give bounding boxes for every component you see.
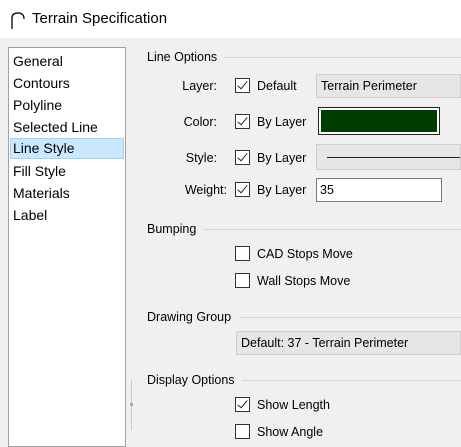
cad-stops-move-checkbox[interactable] xyxy=(235,246,250,261)
line-style-selector xyxy=(316,144,461,170)
nav-item-general[interactable]: General xyxy=(10,51,124,72)
display-options-divider xyxy=(242,380,461,381)
color-label: Color: xyxy=(183,115,217,129)
weight-input[interactable]: 35 xyxy=(316,178,442,202)
nav-item-selected-line[interactable]: Selected Line xyxy=(10,117,124,138)
show-length-label: Show Length xyxy=(257,398,330,412)
nav-item-label[interactable]: Label xyxy=(10,205,124,226)
nav-item-materials[interactable]: Materials xyxy=(10,183,124,204)
title-bar: Terrain Specification xyxy=(0,0,461,38)
style-label: Style: xyxy=(185,151,217,165)
line-style-preview xyxy=(327,157,460,158)
splitter-grip-dot xyxy=(130,403,133,406)
display-options-heading: Display Options xyxy=(147,373,235,387)
layer-default-label: Default xyxy=(257,79,297,93)
drawing-group-divider xyxy=(240,317,461,318)
wall-stops-move-checkbox[interactable] xyxy=(235,273,250,288)
layer-field: Terrain Perimeter xyxy=(316,74,461,98)
color-swatch-fill xyxy=(321,110,437,132)
show-angle-label: Show Angle xyxy=(257,425,324,439)
weight-by-layer-checkbox[interactable] xyxy=(235,182,250,197)
color-by-layer-label: By Layer xyxy=(257,115,307,129)
layer-default-checkbox[interactable] xyxy=(235,78,250,93)
drawing-group-heading: Drawing Group xyxy=(147,310,232,324)
window-title: Terrain Specification xyxy=(32,10,168,27)
nav-item-line-style[interactable]: Line Style xyxy=(10,138,124,159)
arc-terrain-icon xyxy=(11,12,25,29)
splitter-grip[interactable] xyxy=(130,380,134,430)
style-by-layer-label: By Layer xyxy=(257,151,307,165)
nav-item-fill-style[interactable]: Fill Style xyxy=(10,161,124,182)
wall-stops-move-label: Wall Stops Move xyxy=(257,274,351,288)
bumping-heading: Bumping xyxy=(147,222,197,236)
category-list[interactable]: General Contours Polyline Selected Line … xyxy=(8,47,126,447)
weight-label: Weight: xyxy=(184,183,227,197)
color-swatch-button[interactable] xyxy=(318,107,440,135)
line-options-heading: Line Options xyxy=(147,50,218,64)
nav-item-contours[interactable]: Contours xyxy=(10,73,124,94)
color-by-layer-checkbox[interactable] xyxy=(235,114,250,129)
cad-stops-move-label: CAD Stops Move xyxy=(257,247,353,261)
line-options-divider xyxy=(225,57,461,58)
style-by-layer-checkbox[interactable] xyxy=(235,150,250,165)
show-length-checkbox[interactable] xyxy=(235,397,250,412)
bumping-divider xyxy=(203,229,461,230)
weight-by-layer-label: By Layer xyxy=(257,183,307,197)
layer-label: Layer: xyxy=(182,79,217,93)
nav-item-polyline[interactable]: Polyline xyxy=(10,95,124,116)
show-angle-checkbox[interactable] xyxy=(235,424,250,439)
drawing-group-field: Default: 37 - Terrain Perimeter xyxy=(236,331,461,355)
